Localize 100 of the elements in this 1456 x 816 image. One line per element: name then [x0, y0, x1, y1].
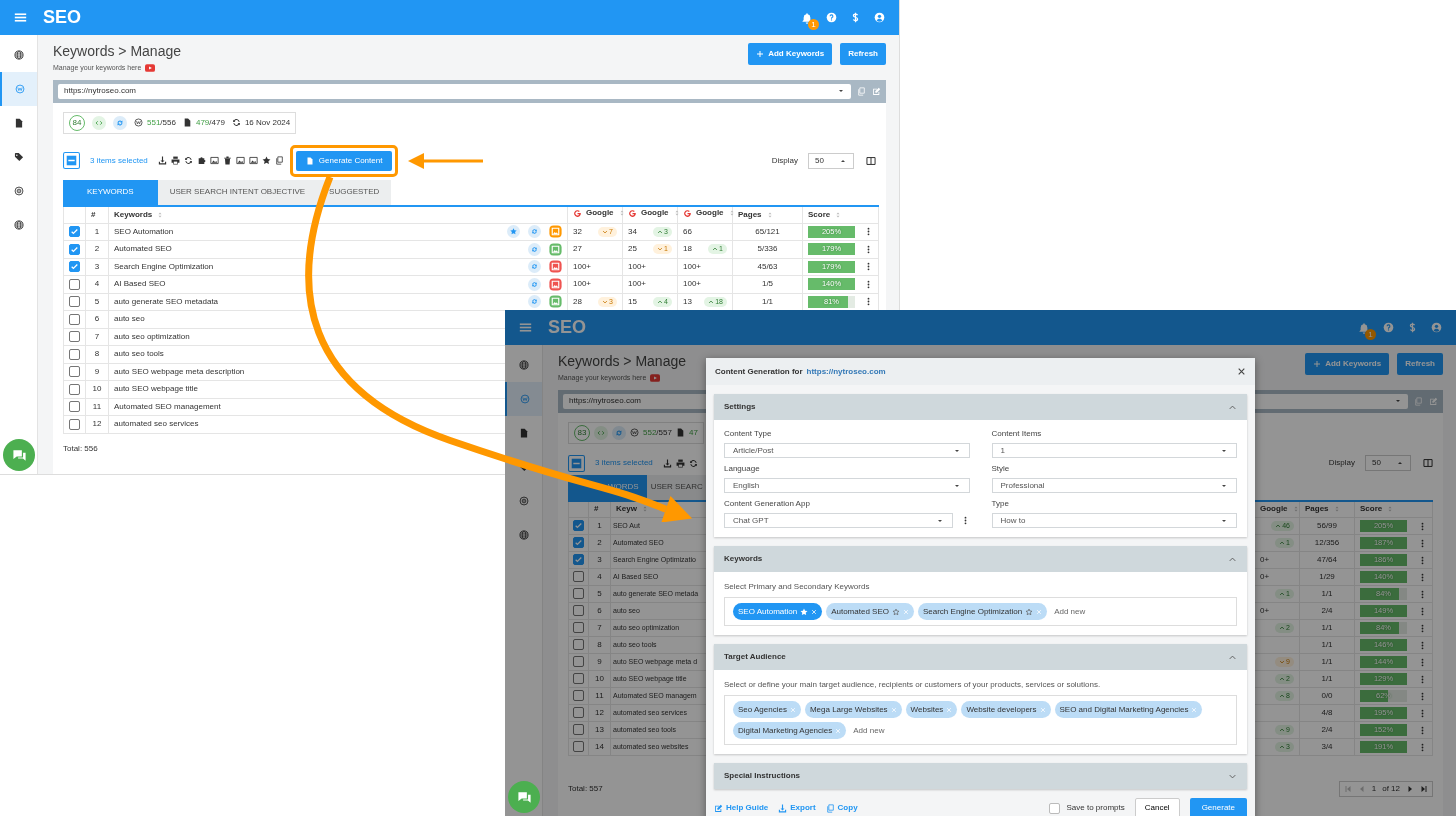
keyword-chip[interactable]: Automated SEO: [826, 603, 914, 620]
print-icon[interactable]: [170, 156, 180, 165]
row-checkbox[interactable]: [573, 537, 584, 549]
keyword-chip[interactable]: Search Engine Optimization: [917, 603, 1048, 620]
section-header[interactable]: Special Instructions: [714, 763, 1247, 789]
field-label: Type: [991, 498, 1010, 510]
keyword-chip[interactable]: SEO and Digital Marketing Agencies: [1054, 701, 1203, 718]
select-field[interactable]: Article/Post: [724, 443, 970, 458]
row-checkbox[interactable]: [69, 348, 80, 360]
notification-bell-icon[interactable]: [801, 11, 813, 24]
section-header[interactable]: Settings: [714, 394, 1247, 420]
row-checkbox[interactable]: [573, 673, 584, 685]
image-icon[interactable]: [248, 156, 258, 165]
row-checkbox[interactable]: [69, 401, 80, 413]
refresh-icon[interactable]: [688, 458, 698, 468]
row-checkbox[interactable]: [573, 690, 584, 702]
select-field[interactable]: 1: [991, 443, 1237, 458]
row-checkbox[interactable]: [573, 554, 584, 566]
row-checkbox[interactable]: [69, 278, 80, 290]
close-icon[interactable]: [1237, 367, 1246, 376]
user-icon[interactable]: [874, 12, 885, 23]
tab[interactable]: USER SEARC: [646, 474, 707, 500]
puzzle-icon[interactable]: [196, 156, 206, 165]
row-checkbox[interactable]: [69, 383, 80, 395]
menu-icon[interactable]: [519, 321, 532, 334]
row-checkbox[interactable]: [69, 331, 80, 343]
tab[interactable]: USER SEARCH INTENT OBJECTIVE: [157, 179, 318, 205]
columns-icon[interactable]: [866, 155, 876, 166]
page-icon[interactable]: [549, 242, 562, 256]
edit-icon[interactable]: [1429, 396, 1438, 406]
keyword-chip[interactable]: Mega Large Websites: [804, 701, 902, 718]
image-icon[interactable]: [209, 156, 219, 165]
print-icon[interactable]: [675, 458, 685, 468]
row-checkbox[interactable]: [573, 605, 584, 617]
edit-icon[interactable]: [872, 86, 881, 96]
row-checkbox[interactable]: [573, 707, 584, 719]
row-checkbox[interactable]: [573, 741, 584, 753]
dollar-icon[interactable]: [1407, 322, 1418, 333]
video-icon[interactable]: [650, 373, 661, 384]
help-icon[interactable]: [1383, 322, 1394, 333]
delete-icon[interactable]: [222, 156, 232, 165]
row-checkbox[interactable]: [573, 571, 584, 583]
row-checkbox[interactable]: [69, 313, 80, 325]
row-checkbox[interactable]: [69, 226, 80, 238]
section-header[interactable]: Target Audience: [714, 644, 1247, 670]
up-chevron-icon: [1279, 540, 1286, 546]
star-icon[interactable]: [261, 156, 271, 165]
keyword-chip[interactable]: Seo Agencies: [733, 701, 801, 718]
display-select[interactable]: 50: [808, 152, 854, 169]
row-checkbox[interactable]: [69, 366, 80, 378]
help-icon[interactable]: [826, 12, 837, 23]
remove-icon: [811, 608, 818, 615]
copy-icon[interactable]: [274, 156, 284, 165]
download-icon[interactable]: [157, 156, 167, 165]
keyword-chip[interactable]: Digital Marketing Agencies: [733, 722, 847, 739]
keyword-chip[interactable]: Website developers: [961, 701, 1051, 718]
checkbox[interactable]: [1049, 802, 1061, 814]
row-checkbox[interactable]: [573, 656, 584, 668]
site-link[interactable]: https://nytroseo.com: [806, 365, 886, 378]
tab[interactable]: SUGGESTED: [317, 179, 392, 205]
columns-icon[interactable]: [1423, 458, 1433, 468]
row-checkbox[interactable]: [69, 261, 80, 273]
url-select[interactable]: https://nytroseo.com: [58, 83, 851, 99]
select-all-checkbox[interactable]: [63, 152, 80, 169]
video-icon[interactable]: [145, 63, 156, 74]
pages-value: 4/8: [1299, 704, 1355, 722]
tag-input[interactable]: SEO Automation Automated SEO Search Engine Optimization Add new: [724, 597, 1237, 626]
row-checkbox[interactable]: [69, 296, 80, 308]
select-field[interactable]: Professional: [991, 478, 1237, 493]
page-icon[interactable]: [549, 260, 562, 274]
select-field[interactable]: English: [724, 478, 970, 493]
row-checkbox[interactable]: [69, 243, 80, 255]
menu-icon[interactable]: [14, 11, 27, 24]
select-all-checkbox[interactable]: [568, 454, 585, 472]
dollar-icon[interactable]: [850, 12, 861, 23]
page-icon[interactable]: [549, 295, 562, 309]
refresh-icon[interactable]: [183, 156, 193, 165]
select-field[interactable]: Chat GPT: [724, 513, 953, 528]
user-icon[interactable]: [1431, 322, 1442, 333]
section-header[interactable]: Keywords: [714, 546, 1247, 572]
image-icon[interactable]: [235, 156, 245, 165]
display-select[interactable]: 50: [1365, 455, 1411, 471]
last-page-icon[interactable]: [1420, 785, 1428, 793]
row-checkbox[interactable]: [573, 520, 584, 532]
first-page-icon[interactable]: [1343, 785, 1352, 793]
notification-bell-icon[interactable]: [1358, 321, 1370, 334]
keyword-chip[interactable]: Websites: [905, 701, 958, 718]
row-checkbox[interactable]: [69, 418, 80, 430]
cancel-button[interactable]: Cancel: [1134, 798, 1180, 816]
row-checkbox[interactable]: [573, 588, 584, 600]
up-chevron-icon: [712, 246, 719, 253]
page-icon[interactable]: [549, 225, 562, 239]
row-checkbox[interactable]: [573, 724, 584, 736]
next-page-icon[interactable]: [1406, 785, 1414, 793]
row-checkbox[interactable]: [573, 639, 584, 651]
page-icon[interactable]: [549, 277, 562, 291]
row-checkbox[interactable]: [573, 622, 584, 634]
select-field[interactable]: How to: [991, 513, 1237, 528]
download-icon[interactable]: [662, 458, 672, 468]
tag-input[interactable]: Seo Agencies Mega Large Websites Websites Website developers SEO and Digital Marketing Agencies Digital Marketing Agencies Add new: [724, 695, 1237, 745]
